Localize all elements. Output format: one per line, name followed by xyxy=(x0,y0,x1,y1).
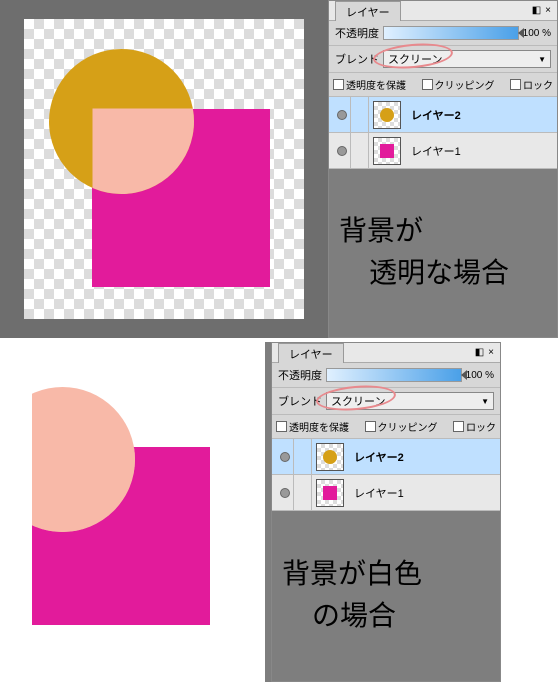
clipping-checkbox[interactable]: クリッピング xyxy=(365,419,438,434)
checkbox-icon xyxy=(333,79,344,90)
layer-thumbnail xyxy=(316,443,344,471)
panel-header[interactable]: レイヤー ◧ × xyxy=(272,343,500,363)
checkbox-icon xyxy=(453,421,464,432)
blend-label: ブレンド xyxy=(278,393,322,409)
layer-row[interactable]: レイヤー2 xyxy=(272,439,500,475)
layers-panel: レイヤー ◧ × 不透明度 100 % ブレンド スクリーン ▼ 透明度を保護 xyxy=(328,0,558,338)
handwritten-note: 背景が 透明な場合 xyxy=(329,169,557,337)
dock-icon[interactable]: ◧ xyxy=(532,5,541,16)
blend-dropdown[interactable]: スクリーン ▼ xyxy=(383,50,551,68)
protect-opacity-checkbox[interactable]: 透明度を保護 xyxy=(333,77,406,92)
layer-name[interactable]: レイヤー2 xyxy=(348,449,404,465)
canvas-area-top xyxy=(0,0,328,338)
layer-list: レイヤー2 レイヤー1 xyxy=(329,97,557,169)
lock-checkbox[interactable]: ロック xyxy=(453,419,496,434)
handwritten-note: 背景が白色 の場合 xyxy=(272,511,500,681)
blend-dropdown[interactable]: スクリーン ▼ xyxy=(326,392,494,410)
blend-value: スクリーン xyxy=(331,393,385,409)
canvas-area-bottom xyxy=(0,342,265,682)
layer-row[interactable]: レイヤー2 xyxy=(329,97,557,133)
checkbox-icon xyxy=(510,79,521,90)
layers-panel: レイヤー ◧ × 不透明度 100 % ブレンド スクリーン ▼ 透明度を保護 xyxy=(271,342,501,682)
opacity-slider[interactable] xyxy=(383,26,519,40)
layer-list: レイヤー2 レイヤー1 xyxy=(272,439,500,511)
layer-thumbnail xyxy=(373,101,401,129)
chevron-down-icon: ▼ xyxy=(481,397,489,406)
blend-value: スクリーン xyxy=(388,51,442,67)
opacity-value: 100 % xyxy=(466,370,494,381)
panel-title: レイヤー xyxy=(335,1,401,22)
blend-label: ブレンド xyxy=(335,51,379,67)
layer-thumbnail xyxy=(373,137,401,165)
visibility-icon[interactable] xyxy=(337,146,347,156)
close-icon[interactable]: × xyxy=(488,347,494,358)
canvas-top[interactable] xyxy=(24,19,304,319)
lock-checkbox[interactable]: ロック xyxy=(510,77,553,92)
close-icon[interactable]: × xyxy=(545,5,551,16)
layer-row[interactable]: レイヤー1 xyxy=(272,475,500,511)
layer-name[interactable]: レイヤー2 xyxy=(405,107,461,123)
dock-icon[interactable]: ◧ xyxy=(475,347,484,358)
layer-name[interactable]: レイヤー1 xyxy=(405,143,461,159)
canvas-bottom[interactable] xyxy=(10,367,255,657)
visibility-icon[interactable] xyxy=(280,488,290,498)
checkbox-icon xyxy=(422,79,433,90)
chevron-down-icon: ▼ xyxy=(538,55,546,64)
layer-thumbnail xyxy=(316,479,344,507)
opacity-label: 不透明度 xyxy=(335,25,379,41)
checkbox-icon xyxy=(365,421,376,432)
visibility-icon[interactable] xyxy=(337,110,347,120)
layer-name[interactable]: レイヤー1 xyxy=(348,485,404,501)
panel-header[interactable]: レイヤー ◧ × xyxy=(329,1,557,21)
protect-opacity-checkbox[interactable]: 透明度を保護 xyxy=(276,419,349,434)
panel-title: レイヤー xyxy=(278,343,344,364)
checkbox-icon xyxy=(276,421,287,432)
clipping-checkbox[interactable]: クリッピング xyxy=(422,77,495,92)
layer-row[interactable]: レイヤー1 xyxy=(329,133,557,169)
visibility-icon[interactable] xyxy=(280,452,290,462)
opacity-value: 100 % xyxy=(523,28,551,39)
opacity-label: 不透明度 xyxy=(278,367,322,383)
opacity-slider[interactable] xyxy=(326,368,462,382)
